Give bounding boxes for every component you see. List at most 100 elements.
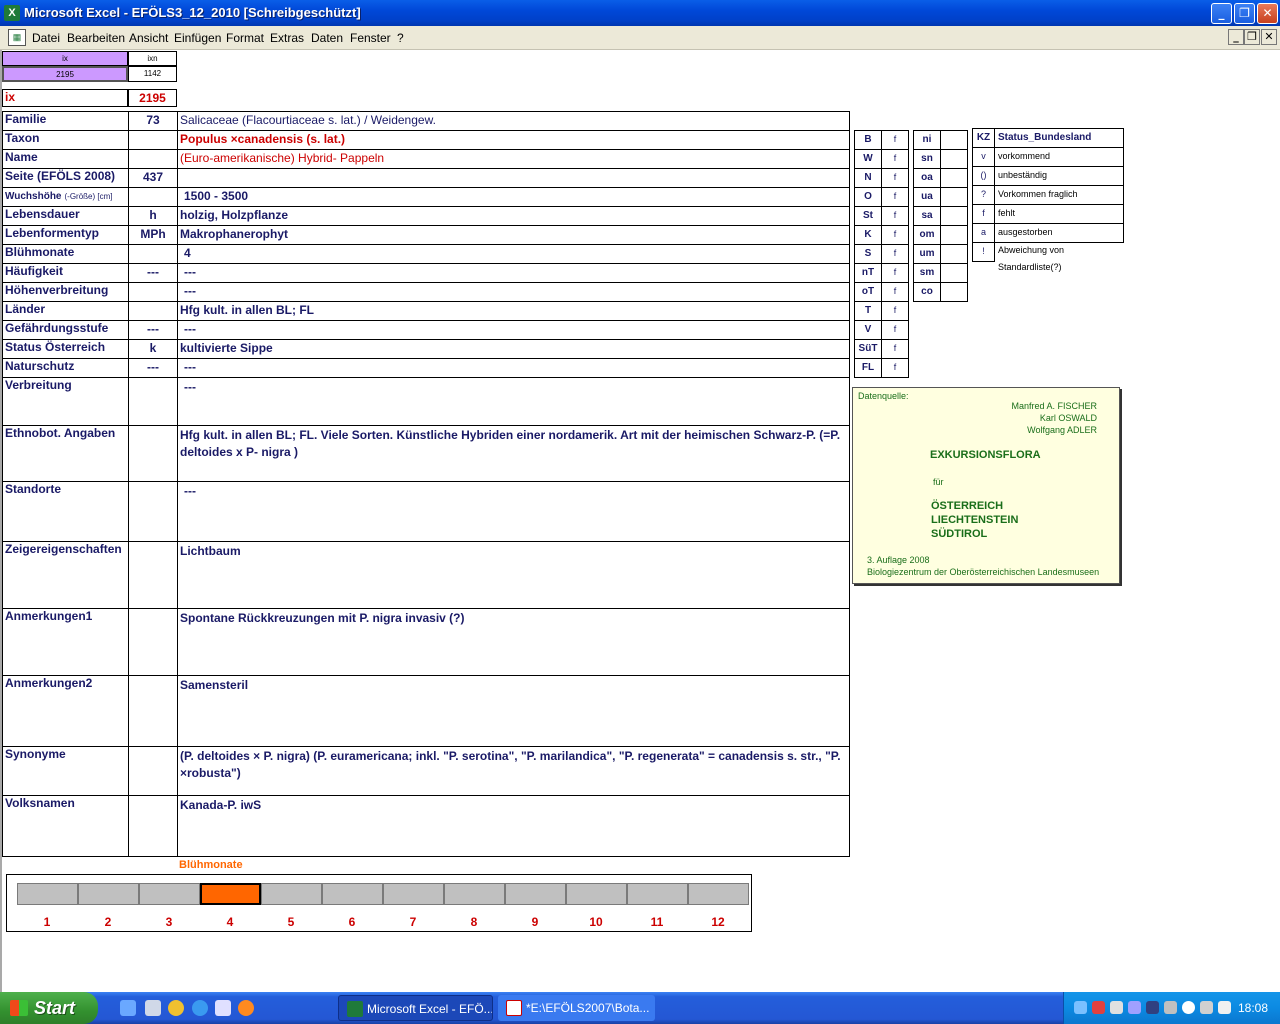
restore-button[interactable]: ❐	[1234, 3, 1255, 24]
row-label[interactable]: Anmerkungen1	[2, 608, 129, 676]
region-mid-empty[interactable]	[940, 282, 968, 302]
row-value[interactable]: Lichtbaum	[177, 541, 850, 609]
row-value[interactable]: Spontane Rückkreuzungen mit P. nigra inv…	[177, 608, 850, 676]
task-excel[interactable]: Microsoft Excel - EFÖ...	[338, 995, 493, 1021]
row-code[interactable]	[128, 541, 178, 609]
security-icon[interactable]	[1092, 1001, 1105, 1014]
region-code[interactable]: T	[854, 301, 882, 321]
row-code[interactable]	[128, 282, 178, 302]
task-document[interactable]: *E:\EFÖLS2007\Bota...	[498, 995, 655, 1021]
tool-icon[interactable]	[1218, 1001, 1231, 1014]
row-value[interactable]: ---	[177, 320, 850, 340]
row-label[interactable]: Standorte	[2, 481, 129, 542]
region-code[interactable]: V	[854, 320, 882, 340]
explorer-icon[interactable]	[145, 1000, 161, 1016]
region-flag[interactable]: f	[881, 358, 909, 378]
row-label[interactable]: Volksnamen	[2, 795, 129, 857]
region-mid-code[interactable]: um	[913, 244, 941, 264]
row-value[interactable]: kultivierte Sippe	[177, 339, 850, 359]
ie-icon[interactable]	[192, 1000, 208, 1016]
region-code[interactable]: SüT	[854, 339, 882, 359]
row-value[interactable]: Hfg kult. in allen BL; FL. Viele Sorten.…	[177, 425, 850, 482]
menu-daten[interactable]: Daten	[311, 31, 343, 45]
legend-kz[interactable]: a	[972, 223, 995, 243]
row-value[interactable]: ---	[177, 263, 850, 283]
row-code[interactable]	[128, 795, 178, 857]
menu-format[interactable]: Format	[226, 31, 264, 45]
region-flag[interactable]: f	[881, 225, 909, 245]
row-code[interactable]	[128, 301, 178, 321]
row-value[interactable]: (P. deltoides × P. nigra) (P. euramerica…	[177, 746, 850, 796]
row-label[interactable]: Synonyme	[2, 746, 129, 796]
row-label[interactable]: Höhenverbreitung	[2, 282, 129, 302]
region-mid-empty[interactable]	[940, 187, 968, 207]
speaker-icon[interactable]	[1164, 1001, 1177, 1014]
region-flag[interactable]: f	[881, 339, 909, 359]
row-value[interactable]: Hfg kult. in allen BL; FL	[177, 301, 850, 321]
row-value[interactable]: (Euro-amerikanische) Hybrid- Pappeln	[177, 149, 850, 169]
legend-label[interactable]: Abweichung von Standardliste(?)	[994, 242, 1124, 272]
region-flag[interactable]: f	[881, 282, 909, 302]
menu-bearbeiten[interactable]: Bearbeiten	[67, 31, 125, 45]
legend-label[interactable]: vorkommend	[994, 147, 1124, 167]
region-code[interactable]: FL	[854, 358, 882, 378]
region-code[interactable]: St	[854, 206, 882, 226]
firefox-icon[interactable]	[238, 1000, 254, 1016]
menu-help[interactable]: ?	[397, 31, 404, 45]
row-label[interactable]: Name	[2, 149, 129, 169]
row-code[interactable]	[128, 130, 178, 150]
ix-value-cell[interactable]: 2195	[2, 66, 128, 82]
menu-extras[interactable]: Extras	[270, 31, 304, 45]
legend-label[interactable]: Vorkommen fraglich	[994, 185, 1124, 205]
doc-close-button[interactable]: ✕	[1261, 29, 1277, 45]
row-label[interactable]: Lebenformentyp	[2, 225, 129, 245]
region-flag[interactable]: f	[881, 130, 909, 150]
bluetooth-icon[interactable]	[1128, 1001, 1141, 1014]
region-flag[interactable]: f	[881, 149, 909, 169]
row-label[interactable]: Verbreitung	[2, 377, 129, 426]
workbook-icon[interactable]: ▦	[8, 29, 26, 46]
region-mid-code[interactable]: co	[913, 282, 941, 302]
legend-label-header[interactable]: Status_Bundesland	[994, 128, 1124, 148]
usb-icon[interactable]	[1200, 1001, 1213, 1014]
row-code[interactable]: ---	[128, 263, 178, 283]
region-mid-empty[interactable]	[940, 244, 968, 264]
row-code[interactable]: 437	[128, 168, 178, 188]
region-mid-code[interactable]: sn	[913, 149, 941, 169]
row-value[interactable]: 4	[177, 244, 850, 264]
row-label[interactable]: Seite (EFÖLS 2008)	[2, 168, 129, 188]
region-mid-code[interactable]: om	[913, 225, 941, 245]
region-mid-empty[interactable]	[940, 130, 968, 150]
region-flag[interactable]: f	[881, 301, 909, 321]
region-flag[interactable]: f	[881, 206, 909, 226]
row-code[interactable]: MPh	[128, 225, 178, 245]
menu-ansicht[interactable]: Ansicht	[129, 31, 168, 45]
ix-header[interactable]: ix	[2, 51, 128, 66]
desktop-icon[interactable]	[120, 1000, 136, 1016]
doc-restore-button[interactable]: ❐	[1244, 29, 1260, 45]
info-icon[interactable]	[1182, 1001, 1195, 1014]
region-code[interactable]: W	[854, 149, 882, 169]
menu-datei[interactable]: Datei	[32, 31, 60, 45]
row-code[interactable]	[128, 746, 178, 796]
region-flag[interactable]: f	[881, 320, 909, 340]
region-mid-code[interactable]: ni	[913, 130, 941, 150]
row-code[interactable]: h	[128, 206, 178, 226]
ix-label[interactable]: ix	[2, 89, 128, 107]
legend-kz[interactable]: ?	[972, 185, 995, 205]
region-mid-code[interactable]: sm	[913, 263, 941, 283]
region-code[interactable]: O	[854, 187, 882, 207]
region-code[interactable]: oT	[854, 282, 882, 302]
region-mid-code[interactable]: oa	[913, 168, 941, 188]
row-code[interactable]	[128, 675, 178, 747]
menu-einfuegen[interactable]: Einfügen	[174, 31, 221, 45]
row-label[interactable]: Anmerkungen2	[2, 675, 129, 747]
row-value[interactable]: ---	[177, 377, 850, 426]
row-code[interactable]: 73	[128, 111, 178, 131]
row-label[interactable]: Taxon	[2, 130, 129, 150]
region-flag[interactable]: f	[881, 263, 909, 283]
legend-label[interactable]: unbeständig	[994, 166, 1124, 186]
row-value[interactable]	[177, 168, 850, 188]
ixn-value-cell[interactable]: 1142	[128, 66, 177, 82]
row-label[interactable]: Blühmonate	[2, 244, 129, 264]
